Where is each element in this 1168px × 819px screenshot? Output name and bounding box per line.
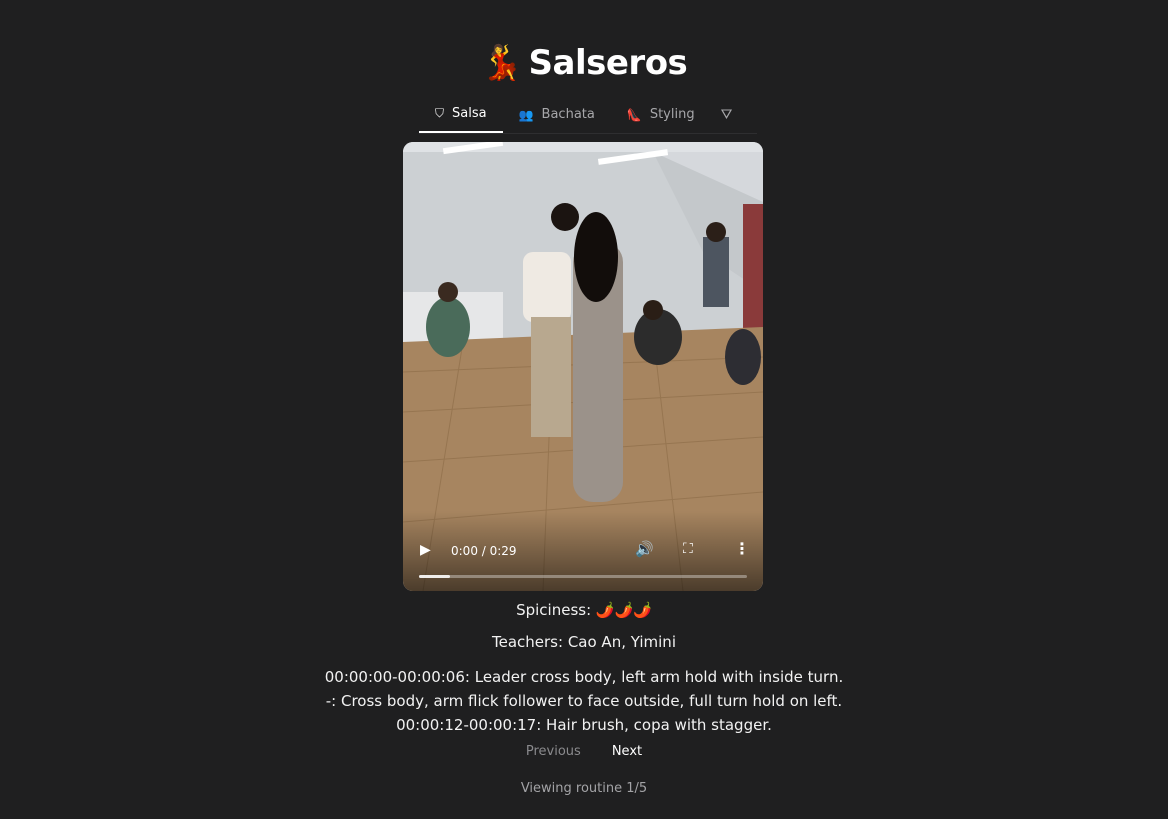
routine-step: 00:00:12-00:00:17: Hair brush, copa with… (396, 716, 772, 734)
teachers-line: Teachers: Cao An, Yimini (492, 633, 676, 651)
people-icon: 👥 (518, 107, 534, 122)
play-icon[interactable]: ▶ (420, 542, 431, 558)
filter-icon: ⛛ (720, 106, 733, 123)
more-options-icon[interactable]: ⋮ (734, 539, 750, 558)
video-progress-bar[interactable] (419, 575, 747, 578)
video-time: 0:00 / 0:29 (451, 544, 517, 558)
spiciness-rating: Spiciness: 🌶️🌶️🌶️ (516, 601, 652, 619)
salsa-icon: ⛉ (435, 106, 445, 120)
heel-icon: 👠 (626, 107, 642, 122)
category-tabs: ⛉ Salsa 👥 Bachata 👠 Styling ⛛ (419, 96, 757, 134)
tab-label: Salsa (452, 106, 487, 121)
fullscreen-icon[interactable]: ⛶ (683, 541, 693, 557)
tab-label: Styling (649, 107, 695, 122)
tab-label: Bachata (541, 107, 595, 122)
routine-steps: 00:00:00-00:00:06: Leader cross body, le… (0, 665, 1168, 737)
previous-button[interactable]: Previous (526, 744, 581, 759)
tab-bachata[interactable]: 👥 Bachata (503, 96, 611, 133)
dancer-logo-icon: 💃 (480, 43, 523, 83)
routine-pager: Previous Next (0, 744, 1168, 759)
app-title: Salseros (528, 43, 688, 83)
app-header: 💃 Salseros (0, 42, 1168, 84)
routine-step: 00:00:00-00:00:06: Leader cross body, le… (324, 668, 844, 686)
video-player[interactable]: ▶ 0:00 / 0:29 🔊 ⛶ ⋮ (403, 142, 763, 591)
volume-icon[interactable]: 🔊 (635, 540, 654, 558)
page: 💃Salseros ⛉ Salsa 👥 Bachata 👠 Styling ⛛ (0, 0, 1168, 819)
tab-styling[interactable]: 👠 Styling (611, 96, 711, 133)
video-progress-fill (419, 575, 451, 578)
routine-counter: Viewing routine 1/5 (520, 781, 648, 796)
next-button[interactable]: Next (612, 744, 642, 759)
filter-button[interactable]: ⛛ (711, 96, 743, 133)
tab-salsa[interactable]: ⛉ Salsa (419, 96, 503, 133)
video-controls: ▶ 0:00 / 0:29 🔊 ⛶ ⋮ (403, 511, 763, 591)
routine-step: -: Cross body, arm flick follower to fac… (325, 692, 843, 710)
